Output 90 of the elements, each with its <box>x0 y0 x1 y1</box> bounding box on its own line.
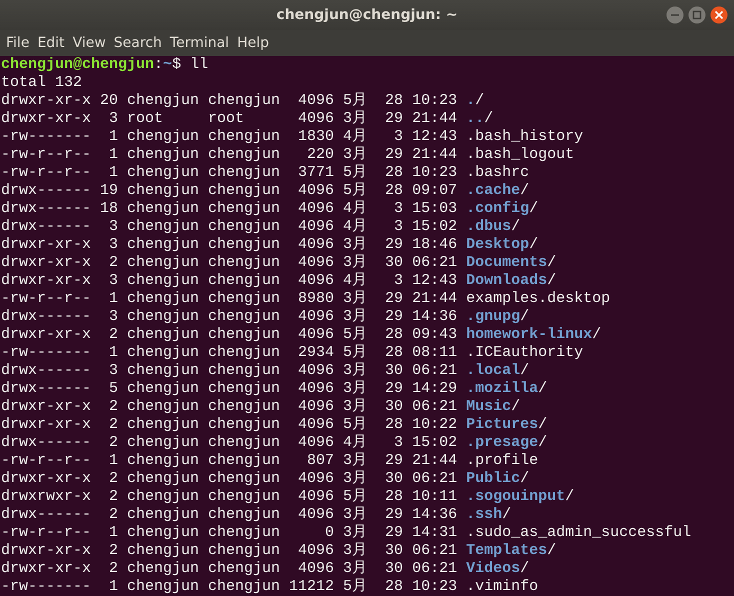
directory-name: Pictures <box>466 416 538 433</box>
menu-item[interactable]: Terminal <box>166 30 234 56</box>
path-slash: / <box>484 110 494 127</box>
file-info: drwxr-xr-x 2 chengjun chengjun 4096 3月 30 06:21 <box>1 398 458 415</box>
file-info: drwx------ 2 chengjun chengjun 4096 3月 29 14:36 <box>1 506 458 523</box>
path-slash: / <box>529 236 538 253</box>
file-info: -rw-r--r-- 1 chengjun chengjun 8980 3月 29 21:44 <box>1 290 458 307</box>
path-slash: / <box>511 218 520 235</box>
prompt-separator: : <box>154 56 164 73</box>
path-slash: / <box>520 362 530 379</box>
directory-name: Music <box>466 398 512 415</box>
path-slash: / <box>520 470 530 487</box>
directory-name: .dbus <box>466 218 512 235</box>
directory-name: Desktop <box>466 236 530 253</box>
total-text: total 132 <box>1 74 82 91</box>
path-slash: / <box>547 272 556 289</box>
path-slash: / <box>502 506 512 523</box>
file-info: drwx------ 3 chengjun chengjun 4096 4月 3 15:02 <box>1 218 458 235</box>
directory-name: .cache <box>466 182 520 199</box>
minimize-icon[interactable] <box>666 6 684 24</box>
path-slash: / <box>520 560 530 577</box>
menu-item[interactable]: Search <box>110 30 166 56</box>
file-info: -rw-r--r-- 1 chengjun chengjun 0 3月 29 14:31 <box>1 524 458 541</box>
file-name: .ICEauthority <box>466 344 584 361</box>
command-text: $ ll <box>172 56 208 73</box>
file-name: .bashrc <box>466 164 530 181</box>
path-slash: / <box>538 434 548 451</box>
file-info: -rw------- 1 chengjun chengjun 2934 5月 28 08:11 <box>1 344 458 361</box>
file-info: drwxr-xr-x 2 chengjun chengjun 4096 3月 30 06:21 <box>1 254 458 271</box>
directory-name: Documents <box>466 254 548 271</box>
directory-name: .ssh <box>466 506 502 523</box>
file-info: drwxr-xr-x 2 chengjun chengjun 4096 3月 30 06:21 <box>1 560 458 577</box>
directory-name: .local <box>466 362 520 379</box>
directory-name: .mozilla <box>466 380 538 397</box>
file-info: drwxr-xr-x 2 chengjun chengjun 4096 3月 30 06:21 <box>1 470 458 487</box>
path-slash: / <box>538 380 548 397</box>
path-slash: / <box>538 416 548 433</box>
file-info: -rw-r--r-- 1 chengjun chengjun 220 3月 29 21:44 <box>1 146 458 163</box>
file-info: drwx------ 3 chengjun chengjun 4096 3月 30 06:21 <box>1 362 458 379</box>
file-name: examples.desktop <box>466 290 610 307</box>
path-slash: / <box>511 398 520 415</box>
directory-name: . <box>466 92 476 109</box>
directory-name: Templates <box>466 542 548 559</box>
directory-name: Public <box>466 470 520 487</box>
file-info: drwx------ 18 chengjun chengjun 4096 4月 3 15:03 <box>1 200 458 217</box>
path-slash: / <box>592 326 602 343</box>
path-slash: / <box>565 488 574 505</box>
file-info: drwx------ 3 chengjun chengjun 4096 3月 29 14:36 <box>1 308 458 325</box>
directory-name: .gnupg <box>466 308 520 325</box>
file-info: drwxr-xr-x 2 chengjun chengjun 4096 5月 28 09:43 <box>1 326 458 343</box>
path-slash: / <box>547 254 556 271</box>
directory-name: .config <box>466 200 530 217</box>
file-info: -rw------- 1 chengjun chengjun 1830 4月 3 12:43 <box>1 128 458 145</box>
path-slash: / <box>475 92 484 109</box>
file-name: .sudo_as_admin_successful <box>466 524 692 541</box>
window-title: chengjun@chengjun: ~ <box>276 6 458 25</box>
file-name: .bash_logout <box>466 146 574 163</box>
path-slash: / <box>520 308 530 325</box>
file-info: drwxr-xr-x 20 chengjun chengjun 4096 5月 28 10:23 <box>1 92 458 109</box>
file-info: drwxr-xr-x 3 chengjun chengjun 4096 4月 3 12:43 <box>1 272 458 289</box>
path-slash: / <box>520 182 530 199</box>
file-info: drwx------ 19 chengjun chengjun 4096 5月 28 09:07 <box>1 182 458 199</box>
directory-name: .sogouinput <box>466 488 566 505</box>
directory-name: .. <box>466 110 484 127</box>
path-slash: / <box>547 542 556 559</box>
file-name: .profile <box>466 452 538 469</box>
directory-name: homework-linux <box>466 326 592 343</box>
file-info: drwxr-xr-x 2 chengjun chengjun 4096 5月 28 10:22 <box>1 416 458 433</box>
close-icon[interactable] <box>710 6 728 24</box>
file-name: .bash_history <box>466 128 584 145</box>
prompt-path: ~ <box>163 56 172 73</box>
directory-name: .presage <box>466 434 538 451</box>
file-info: drwxr-xr-x 3 root root 4096 3月 29 21:44 <box>1 110 458 127</box>
directory-name: Videos <box>466 560 520 577</box>
directory-name: Downloads <box>466 272 548 289</box>
file-info: -rw-r--r-- 1 chengjun chengjun 807 3月 29 21:44 <box>1 452 458 469</box>
menu-item[interactable]: File <box>2 30 34 56</box>
file-name: .viminfo <box>466 578 538 595</box>
file-info: drwxr-xr-x 3 chengjun chengjun 4096 3月 29 18:46 <box>1 236 458 253</box>
path-slash: / <box>529 200 538 217</box>
menu-item[interactable]: Help <box>233 30 273 56</box>
menu-item[interactable]: View <box>68 30 110 56</box>
file-info: drwxr-xr-x 2 chengjun chengjun 4096 3月 30 06:21 <box>1 542 458 559</box>
menu-item[interactable]: Edit <box>33 30 69 56</box>
file-info: drwx------ 5 chengjun chengjun 4096 3月 29 14:29 <box>1 380 458 397</box>
file-info: drwxrwxr-x 2 chengjun chengjun 4096 5月 28 10:11 <box>1 488 458 505</box>
prompt-user: chengjun@chengjun <box>1 56 154 73</box>
file-info: -rw-r--r-- 1 chengjun chengjun 3771 5月 28 10:23 <box>1 164 458 181</box>
file-info: drwx------ 2 chengjun chengjun 4096 4月 3 15:02 <box>1 434 458 451</box>
file-info: -rw------- 1 chengjun chengjun 11212 5月 28 10:23 <box>1 578 458 595</box>
